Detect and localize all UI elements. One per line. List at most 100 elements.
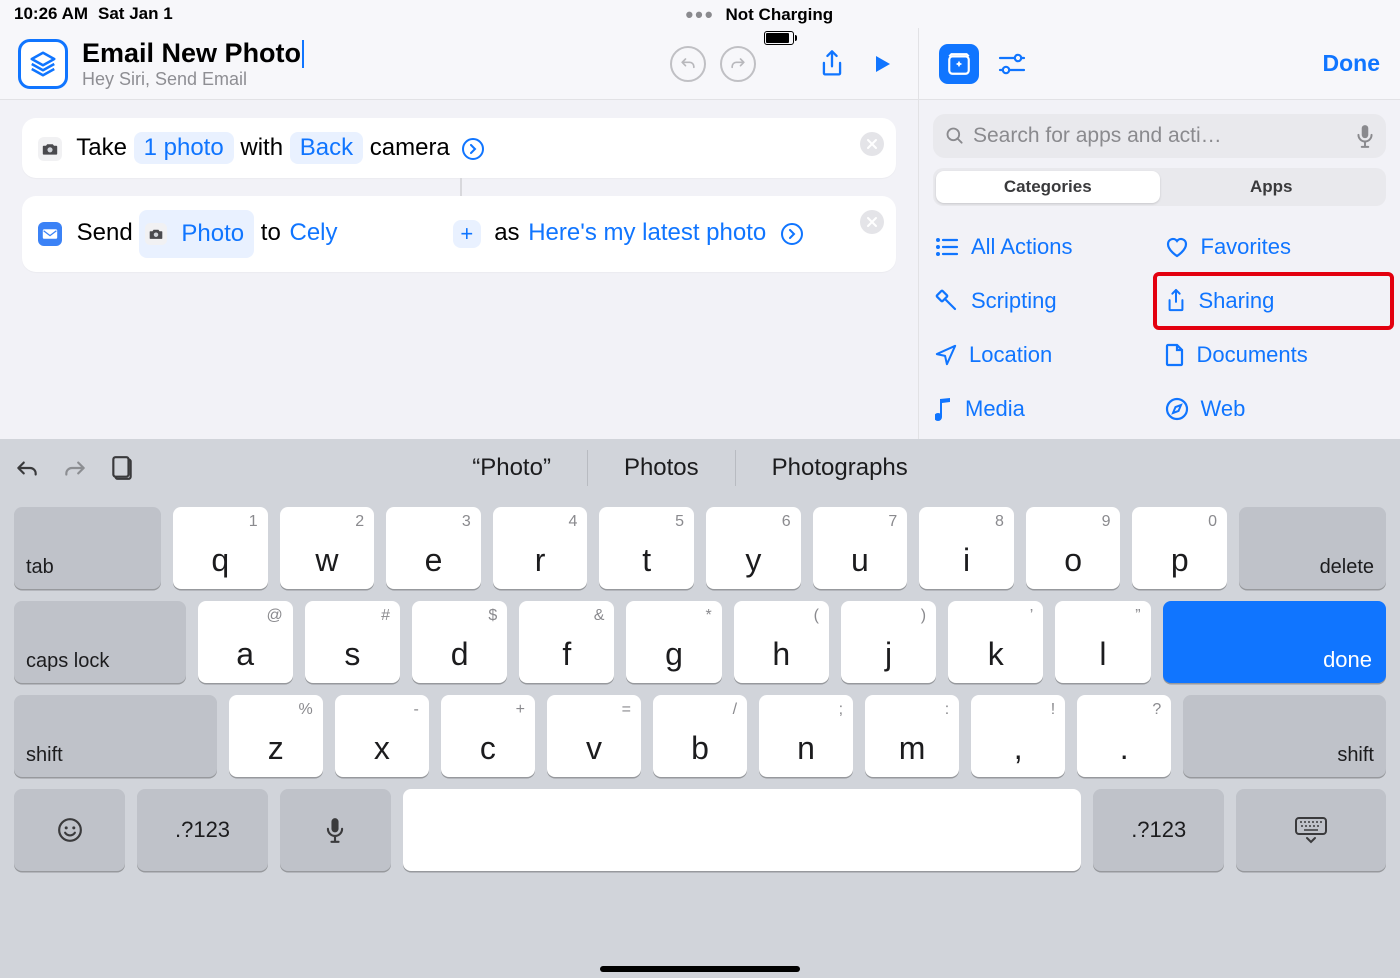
delete-action-button[interactable] bbox=[860, 132, 884, 156]
key-q[interactable]: 1q bbox=[173, 507, 268, 589]
undo-icon[interactable] bbox=[14, 457, 40, 479]
key-f[interactable]: &f bbox=[519, 601, 614, 683]
compass-icon bbox=[1165, 397, 1189, 421]
action-take-photo[interactable]: Take 1 photo with Back camera bbox=[22, 118, 896, 178]
category-all-actions[interactable]: All Actions bbox=[933, 228, 1157, 266]
category-location[interactable]: Location bbox=[933, 336, 1157, 374]
mic-icon[interactable] bbox=[1356, 124, 1374, 148]
chevron-right-icon bbox=[787, 229, 797, 239]
share-button[interactable] bbox=[814, 46, 850, 82]
shortcut-icon[interactable] bbox=[18, 39, 68, 89]
key-c[interactable]: +c bbox=[441, 695, 535, 777]
sliders-icon bbox=[997, 51, 1027, 77]
key-numsym-left[interactable]: .?123 bbox=[137, 789, 268, 871]
key-hide-keyboard[interactable] bbox=[1236, 789, 1386, 871]
key-k[interactable]: ’k bbox=[948, 601, 1043, 683]
status-charging: Not Charging bbox=[726, 5, 834, 25]
undo-button[interactable] bbox=[670, 46, 706, 82]
key-x[interactable]: -x bbox=[335, 695, 429, 777]
delete-action-button[interactable] bbox=[860, 210, 884, 234]
key-a[interactable]: @a bbox=[198, 601, 293, 683]
action-text: with bbox=[240, 134, 283, 161]
token-camera-side[interactable]: Back bbox=[290, 132, 363, 164]
segmented-control[interactable]: Categories Apps bbox=[933, 168, 1386, 206]
key-p[interactable]: 0p bbox=[1132, 507, 1227, 589]
key-j[interactable]: )j bbox=[841, 601, 936, 683]
suggestion-2[interactable]: Photos bbox=[588, 448, 735, 488]
status-bar: 10:26 AM Sat Jan 1 ••• Not Charging bbox=[0, 0, 1400, 28]
key-capslock[interactable]: caps lock bbox=[14, 601, 186, 683]
key-d[interactable]: $d bbox=[412, 601, 507, 683]
chevron-right-icon bbox=[468, 144, 478, 154]
category-media[interactable]: Media bbox=[933, 390, 1157, 428]
clipboard-icon[interactable] bbox=[110, 455, 134, 481]
key-l[interactable]: ”l bbox=[1055, 601, 1150, 683]
key-tab[interactable]: tab bbox=[14, 507, 161, 589]
category-scripting[interactable]: Scripting bbox=[933, 282, 1157, 320]
key-u[interactable]: 7u bbox=[813, 507, 908, 589]
settings-button[interactable] bbox=[997, 51, 1027, 77]
key-z[interactable]: %z bbox=[229, 695, 323, 777]
library-button[interactable] bbox=[939, 44, 979, 84]
category-favorites[interactable]: Favorites bbox=[1163, 228, 1387, 266]
key-i[interactable]: 8i bbox=[919, 507, 1014, 589]
segment-categories[interactable]: Categories bbox=[936, 171, 1160, 203]
run-button[interactable] bbox=[864, 46, 900, 82]
key-delete[interactable]: delete bbox=[1239, 507, 1386, 589]
token-recipient[interactable]: Cely bbox=[287, 217, 339, 248]
key-y[interactable]: 6y bbox=[706, 507, 801, 589]
multitask-dots-icon[interactable]: ••• bbox=[685, 2, 714, 28]
token-photo-variable[interactable]: Photo bbox=[139, 210, 254, 258]
category-sharing[interactable]: Sharing bbox=[1163, 282, 1387, 320]
location-icon bbox=[935, 344, 957, 366]
action-text: camera bbox=[370, 134, 450, 161]
key-.[interactable]: ?. bbox=[1077, 695, 1171, 777]
add-recipient-button[interactable]: + bbox=[453, 220, 481, 248]
share-icon bbox=[1165, 288, 1187, 314]
key-shift-left[interactable]: shift bbox=[14, 695, 217, 777]
camera-chip-icon bbox=[38, 137, 62, 161]
token-photo-count[interactable]: 1 photo bbox=[134, 132, 234, 164]
music-note-icon bbox=[935, 397, 953, 421]
suggestion-1[interactable]: “Photo” bbox=[436, 448, 587, 488]
key-dictate[interactable] bbox=[280, 789, 391, 871]
key-b[interactable]: /b bbox=[653, 695, 747, 777]
redo-button[interactable] bbox=[720, 46, 756, 82]
key-o[interactable]: 9o bbox=[1026, 507, 1121, 589]
key-r[interactable]: 4r bbox=[493, 507, 588, 589]
action-text: as bbox=[494, 219, 519, 246]
key-t[interactable]: 5t bbox=[599, 507, 694, 589]
suggestion-3[interactable]: Photographs bbox=[736, 448, 944, 488]
search-input[interactable]: Search for apps and acti… bbox=[933, 114, 1386, 158]
key-numsym-right[interactable]: .?123 bbox=[1093, 789, 1224, 871]
key-e[interactable]: 3e bbox=[386, 507, 481, 589]
disclosure-button[interactable] bbox=[462, 138, 484, 160]
key-done[interactable]: done bbox=[1163, 601, 1386, 683]
key-emoji[interactable] bbox=[14, 789, 125, 871]
category-web[interactable]: Web bbox=[1163, 390, 1387, 428]
done-button[interactable]: Done bbox=[1323, 50, 1381, 77]
home-indicator[interactable] bbox=[600, 966, 800, 972]
key-w[interactable]: 2w bbox=[280, 507, 375, 589]
key-n[interactable]: ;n bbox=[759, 695, 853, 777]
onscreen-keyboard[interactable]: “Photo” Photos Photographs tab 1q2w3e4r5… bbox=[0, 439, 1400, 978]
key-shift-right[interactable]: shift bbox=[1183, 695, 1386, 777]
key-m[interactable]: :m bbox=[865, 695, 959, 777]
shortcut-title[interactable]: Email New Photo bbox=[82, 38, 304, 69]
action-text: Send bbox=[77, 219, 133, 246]
share-icon bbox=[818, 49, 846, 79]
token-subject[interactable]: Here's my latest photo bbox=[526, 217, 768, 248]
key-h[interactable]: (h bbox=[734, 601, 829, 683]
sparkle-card-icon bbox=[946, 51, 972, 77]
key-space[interactable] bbox=[403, 789, 1081, 871]
status-date: Sat Jan 1 bbox=[98, 4, 173, 24]
category-documents[interactable]: Documents bbox=[1163, 336, 1387, 374]
segment-apps[interactable]: Apps bbox=[1160, 171, 1384, 203]
redo-icon[interactable] bbox=[62, 457, 88, 479]
key-,[interactable]: !, bbox=[971, 695, 1065, 777]
key-g[interactable]: *g bbox=[626, 601, 721, 683]
disclosure-button[interactable] bbox=[781, 223, 803, 245]
action-send-email[interactable]: Send Photo to Cely + as Here's my latest… bbox=[22, 196, 896, 272]
key-v[interactable]: =v bbox=[547, 695, 641, 777]
key-s[interactable]: #s bbox=[305, 601, 400, 683]
